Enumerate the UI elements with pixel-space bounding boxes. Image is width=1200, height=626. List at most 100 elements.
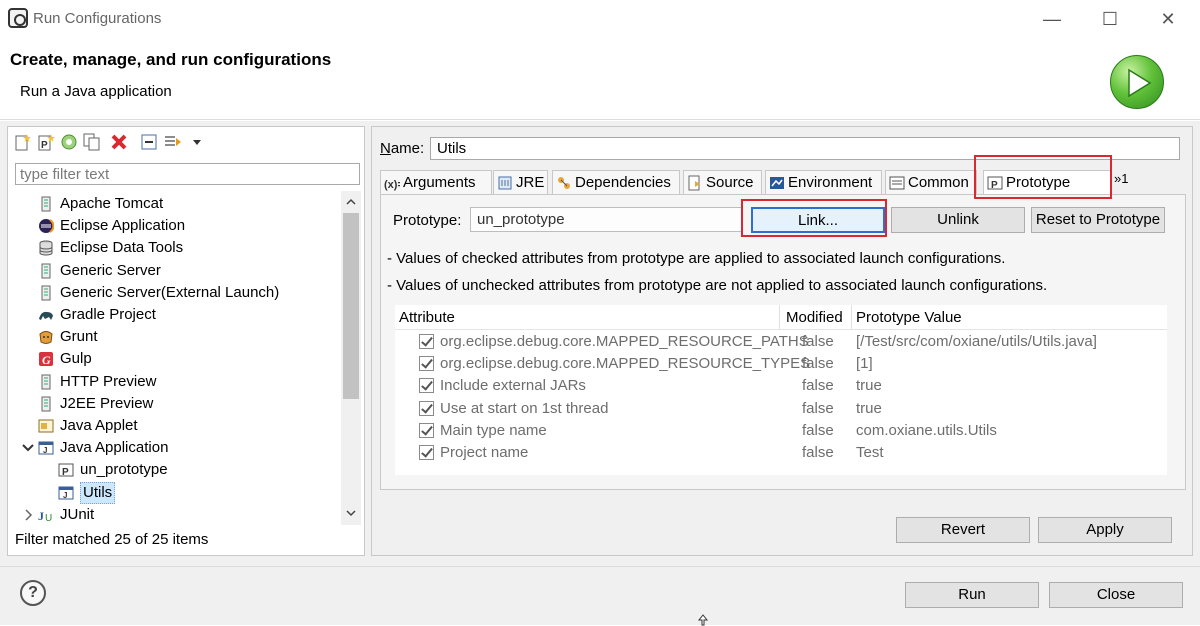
- tab-environment[interactable]: Environment: [765, 170, 882, 195]
- java-app-icon: J: [58, 485, 74, 501]
- table-row[interactable]: Include external JARs false true: [395, 375, 1167, 397]
- minimize-button[interactable]: —: [1034, 6, 1070, 32]
- revert-button[interactable]: Revert: [896, 517, 1030, 543]
- tree-item-eclipse-data-tools[interactable]: Eclipse Data Tools: [8, 237, 338, 259]
- reset-to-prototype-button[interactable]: Reset to Prototype: [1031, 207, 1165, 233]
- close-window-button[interactable]: ✕: [1150, 6, 1186, 32]
- filter-input[interactable]: [15, 163, 360, 185]
- prototype-field[interactable]: un_prototype: [470, 207, 742, 232]
- tree-item-gulp[interactable]: G Gulp: [8, 348, 338, 370]
- attribute-checkbox[interactable]: [419, 422, 434, 438]
- tree-item-java-application[interactable]: J Java Application: [8, 437, 338, 459]
- configuration-tree: Apache Tomcat Eclipse Application Eclipse …: [8, 191, 338, 525]
- duplicate-icon[interactable]: [83, 133, 101, 151]
- tab-jre[interactable]: JRE: [493, 170, 548, 195]
- tree-item-label: J2EE Preview: [60, 394, 154, 412]
- attribute-table: Attribute Modified Prototype Value org.e…: [395, 305, 1167, 475]
- attribute-name: Include external JARs: [440, 377, 586, 395]
- new-configuration-icon[interactable]: [14, 133, 32, 151]
- tree-item-java-applet[interactable]: Java Applet: [8, 415, 338, 437]
- attribute-modified: false: [802, 399, 834, 417]
- apply-button[interactable]: Apply: [1038, 517, 1172, 543]
- tree-item-label: Java Applet: [60, 417, 138, 434]
- table-row[interactable]: Main type name false com.oxiane.utils.Util…: [395, 420, 1167, 442]
- tab-prototype[interactable]: P Prototype: [983, 170, 1111, 195]
- tab-dependencies[interactable]: Dependencies: [552, 170, 680, 195]
- attribute-name: Project name: [440, 444, 529, 461]
- scroll-down-icon[interactable]: [346, 509, 356, 517]
- left-toolbar: P: [8, 127, 364, 159]
- dialog-footer: ? Run Close: [0, 566, 1200, 626]
- new-prototype-icon[interactable]: P: [37, 133, 55, 151]
- server-icon: [38, 285, 54, 301]
- scroll-up-icon[interactable]: [346, 198, 356, 206]
- column-header-attribute[interactable]: Attribute: [399, 309, 455, 326]
- svg-text:U: U: [45, 513, 52, 523]
- chevron-down-icon[interactable]: [20, 440, 36, 456]
- column-header-prototype-value[interactable]: Prototype Value: [856, 309, 962, 326]
- name-field[interactable]: Utils: [430, 137, 1180, 160]
- tree-item-eclipse-application[interactable]: Eclipse Application: [8, 215, 338, 237]
- tree-item-utils[interactable]: J Utils: [8, 481, 338, 504]
- tab-overflow[interactable]: »1: [1114, 171, 1128, 186]
- scroll-thumb[interactable]: [343, 213, 359, 399]
- tree-item-gradle-project[interactable]: Gradle Project: [8, 304, 338, 326]
- tree-item-label: un_prototype: [80, 461, 168, 479]
- close-button[interactable]: Close: [1049, 582, 1183, 608]
- export-icon[interactable]: [60, 133, 78, 151]
- attribute-checkbox[interactable]: [419, 334, 434, 349]
- name-label: Name:: [380, 140, 425, 157]
- tree-item-label: Generic Server(External Launch): [60, 283, 280, 301]
- collapse-all-icon[interactable]: [140, 133, 158, 151]
- view-menu-chevron-down-icon[interactable]: [188, 133, 206, 151]
- maximize-button[interactable]: ☐: [1092, 6, 1128, 32]
- tree-item-generic-server-external-launch[interactable]: Generic Server(External Launch): [8, 282, 338, 304]
- attribute-checkbox[interactable]: [419, 378, 434, 394]
- server-icon: [38, 396, 54, 412]
- unlink-button[interactable]: Unlink: [891, 207, 1025, 233]
- attribute-name: Use at start on 1st thread: [440, 399, 609, 417]
- svg-text:G: G: [42, 353, 51, 367]
- run-button[interactable]: Run: [905, 582, 1039, 608]
- tree-item-j2ee-preview[interactable]: J2EE Preview: [8, 393, 338, 415]
- tree-item-label: Gradle Project: [60, 306, 156, 323]
- hint-unchecked: - Values of unchecked attributes from pr…: [387, 277, 1048, 294]
- svg-text:(x)=: (x)=: [384, 179, 400, 191]
- tab-label: JRE: [516, 174, 545, 191]
- tree-item-generic-server[interactable]: Generic Server: [8, 260, 338, 282]
- table-row[interactable]: Project name false Test: [395, 442, 1167, 464]
- attribute-checkbox[interactable]: [419, 445, 434, 460]
- java-app-icon: J: [38, 440, 54, 456]
- tab-common[interactable]: Common: [885, 170, 977, 195]
- attribute-modified: false: [802, 444, 834, 461]
- tree-item-label: Utils: [80, 481, 116, 504]
- dialog-header: Create, manage, and run configurations R…: [0, 37, 1200, 120]
- prototype-tab-content: Prototype: un_prototype Link... Unlink R…: [380, 194, 1186, 490]
- chevron-right-icon[interactable]: [20, 507, 36, 523]
- table-row[interactable]: Use at start on 1st thread false true: [395, 398, 1167, 420]
- database-icon: [38, 240, 54, 256]
- link-button[interactable]: Link...: [751, 207, 885, 233]
- tree-item-http-preview[interactable]: HTTP Preview: [8, 371, 338, 393]
- svg-text:J: J: [63, 491, 67, 500]
- column-header-modified[interactable]: Modified: [786, 309, 843, 326]
- tree-item-un-prototype[interactable]: Pun_prototype: [8, 459, 338, 481]
- help-icon[interactable]: ?: [20, 580, 46, 606]
- attribute-checkbox[interactable]: [419, 400, 434, 416]
- arguments-icon: (x)=: [384, 175, 404, 191]
- tree-item-label: Apache Tomcat: [60, 195, 164, 212]
- tab-source[interactable]: Source: [683, 170, 762, 195]
- tab-arguments[interactable]: (x)=Arguments: [380, 170, 492, 195]
- tree-item-grunt[interactable]: Grunt: [8, 326, 338, 348]
- table-row[interactable]: org.eclipse.debug.core.MAPPED_RESOURCE_P…: [395, 331, 1167, 353]
- delete-icon[interactable]: [110, 133, 128, 151]
- tree-item-apache-tomcat[interactable]: Apache Tomcat: [8, 193, 338, 215]
- prototype-label: Prototype:: [393, 212, 462, 229]
- table-row[interactable]: org.eclipse.debug.core.MAPPED_RESOURCE_T…: [395, 353, 1167, 375]
- tree-scrollbar[interactable]: [341, 191, 361, 525]
- tree-item-label: JUnit: [60, 505, 95, 523]
- tree-item-junit[interactable]: J U JUnit: [8, 504, 338, 525]
- attribute-checkbox[interactable]: [419, 356, 434, 372]
- filter-icon[interactable]: [164, 133, 182, 151]
- attribute-prototype-value: true: [856, 377, 882, 395]
